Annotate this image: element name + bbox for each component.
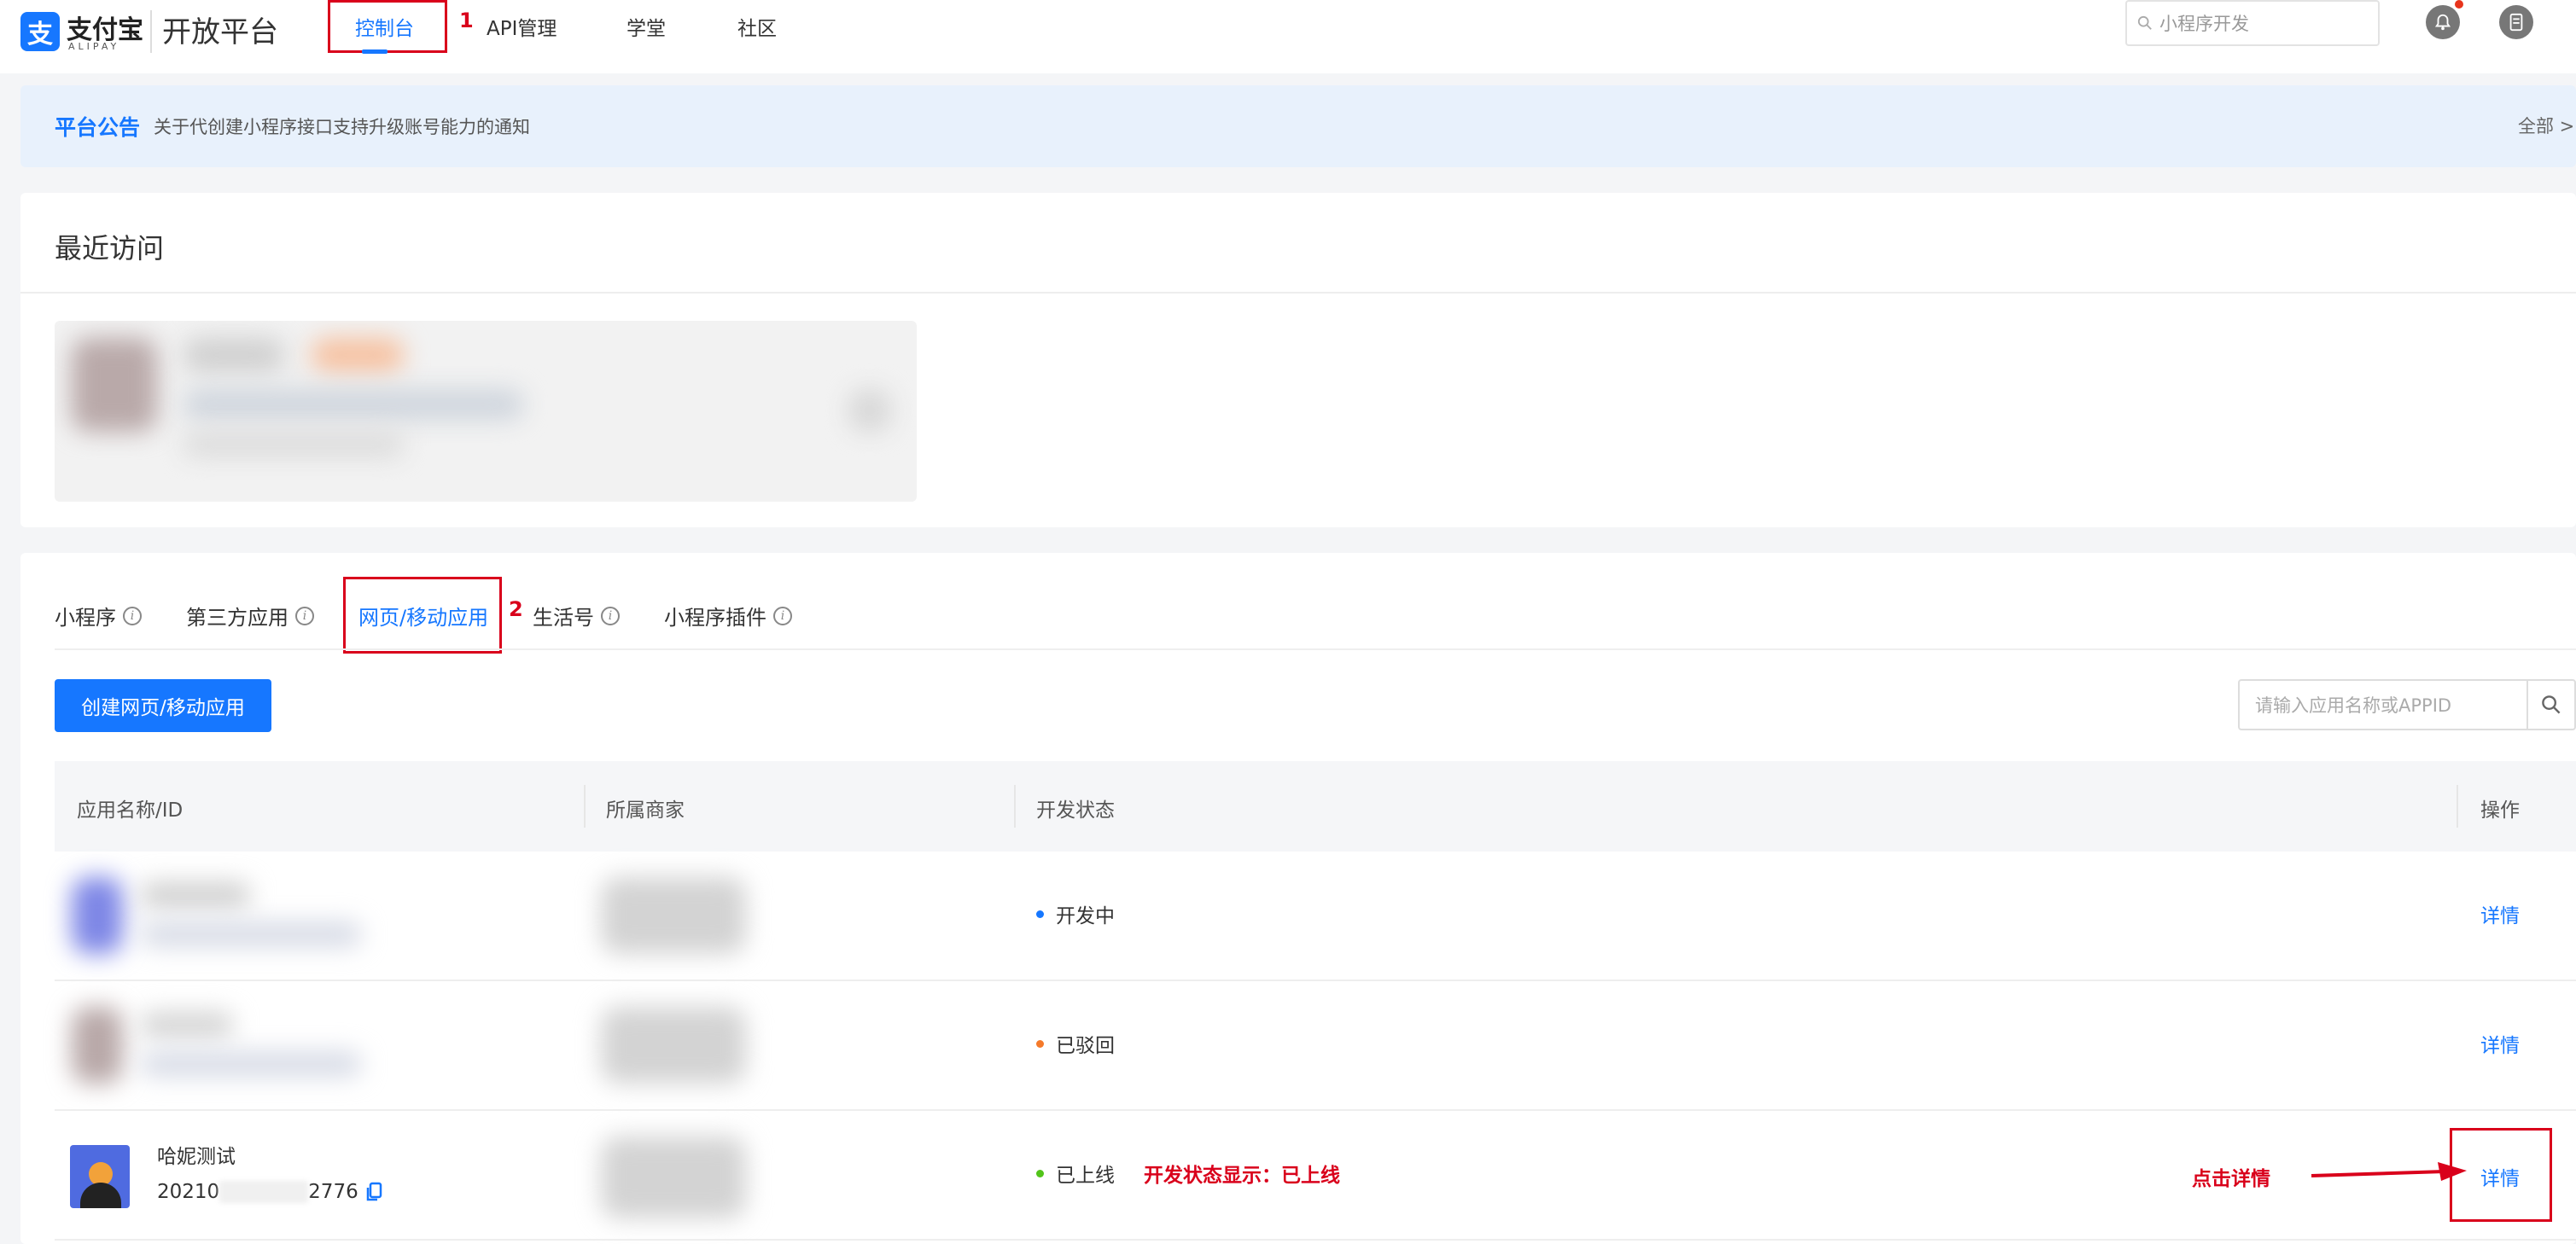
logo-divider [150,10,152,53]
info-icon[interactable]: i [601,606,620,625]
tab-label: 生活号 [533,606,594,630]
top-search-placeholder: 小程序开发 [2159,14,2249,34]
app-name: 哈妮测试 [157,1146,236,1168]
annotation-status-online: 开发状态显示：已上线 [1144,1165,1340,1187]
status-dot [1036,1039,1044,1048]
platform-title: 开放平台 [162,15,278,49]
detail-link[interactable]: 详情 [2480,1162,2520,1191]
blurred-app-icon [72,1007,123,1084]
table-row: 哈妮测试 20210 2776 已上线 开发状态显示：已上线 点击详情 详情 [55,1111,2576,1239]
column-divider [2457,785,2458,828]
search-icon [2542,695,2561,714]
recent-app-card[interactable] [55,321,917,502]
column-header-dev-status: 开发状态 [1036,799,1115,822]
create-web-mobile-app-button[interactable]: 创建网页/移动应用 [55,679,271,732]
tab-third-party-app[interactable]: 第三方应用 i [186,601,314,631]
column-header-merchant: 所属商家 [606,799,685,822]
recent-visits-panel: 最近访问 [20,193,2576,527]
status-dot [1036,910,1044,918]
bell-icon[interactable] [2426,5,2460,39]
blurred-merchant [601,1136,746,1218]
blurred-merchant [601,877,746,954]
top-header: 支 支付宝 ALIPAY 开放平台 控制台 1 API管理 学堂 社区 小程序开… [0,0,2576,73]
row-divider [55,1239,2576,1241]
blurred-app-name [140,882,251,908]
tab-label: 第三方应用 [186,606,288,630]
column-header-app-name: 应用名称/ID [77,799,184,822]
step-number-1: 1 [459,9,474,32]
blurred-arrow [848,389,891,432]
apps-panel: 小程序 i 第三方应用 i 网页/移动应用 2 生活号 i 小程序插件 i 创建… [20,553,2576,1244]
tab-web-mobile-app[interactable]: 网页/移动应用 [358,601,488,631]
detail-link[interactable]: 详情 [2480,1029,2520,1058]
info-icon[interactable]: i [295,606,314,625]
blurred-app-id [140,1051,362,1077]
document-icon[interactable] [2499,5,2533,39]
blurred-app-icon [72,877,123,954]
logo-subtext: ALIPAY [68,41,120,52]
table-row: 已驳回 详情 [55,981,2576,1109]
alipay-logo-icon[interactable]: 支 [20,12,60,51]
info-icon[interactable]: i [773,606,792,625]
app-id-prefix: 20210 [157,1181,220,1203]
column-divider [584,785,586,828]
status-text: 开发中 [1056,905,1115,927]
status-developing: 开发中 [1036,899,1115,928]
notice-all-link[interactable]: 全部 > [2518,113,2574,138]
tab-mini-program-plugin[interactable]: 小程序插件 i [664,601,792,631]
notice-link[interactable]: 关于代创建小程序接口支持升级账号能力的通知 [154,113,530,139]
blurred-app-id [140,921,362,947]
nav-active-indicator [362,49,388,54]
recent-divider [20,292,2576,294]
column-divider [1014,785,1016,828]
app-id: 20210 2776 [157,1181,382,1203]
tab-mini-program[interactable]: 小程序 i [55,601,142,631]
masked-id-segment [219,1181,309,1203]
blurred-badge [311,338,405,372]
tab-label: 小程序 [55,606,116,630]
nav-api-management[interactable]: API管理 [487,12,557,41]
top-search-input[interactable]: 小程序开发 [2125,0,2380,46]
recent-title: 最近访问 [55,232,165,264]
notification-dot [2455,0,2463,9]
column-header-action: 操作 [2480,799,2520,822]
platform-notice-bar: 平台公告 关于代创建小程序接口支持升级账号能力的通知 全部 > [20,85,2576,167]
blurred-merchant [601,1007,746,1084]
blurred-app-name [140,1012,234,1038]
blurred-text [183,389,524,420]
status-dot [1036,1169,1044,1177]
search-icon [2137,15,2152,30]
annotation-click-detail: 点击详情 [2192,1168,2270,1190]
tabs-divider [55,648,2576,650]
info-icon[interactable]: i [123,606,142,625]
app-id-suffix: 2776 [308,1181,358,1203]
nav-academy[interactable]: 学堂 [627,12,666,41]
app-avatar [70,1145,130,1208]
blurred-avatar [72,338,157,432]
tab-label: 小程序插件 [664,606,766,630]
app-search-placeholder: 请输入应用名称或APPID [2255,695,2452,716]
step-number-2: 2 [509,597,523,621]
tab-label: 网页/移动应用 [358,606,489,630]
blurred-text [183,338,285,372]
table-header: 应用名称/ID 所属商家 开发状态 操作 [55,761,2576,852]
nav-community[interactable]: 社区 [737,12,777,41]
detail-link[interactable]: 详情 [2480,899,2520,928]
copy-icon[interactable] [365,1182,382,1202]
tab-life-account[interactable]: 生活号 i [533,601,620,631]
blurred-text [183,432,405,457]
table-row: 开发中 详情 [55,852,2576,980]
status-rejected: 已驳回 [1036,1029,1115,1058]
annotation-arrow-icon [2311,1162,2467,1181]
nav-console[interactable]: 控制台 [355,12,414,41]
status-text: 已上线 [1056,1165,1115,1187]
status-text: 已驳回 [1056,1035,1115,1057]
search-button[interactable] [2526,681,2574,729]
notice-title: 平台公告 [55,115,141,140]
app-search-input[interactable]: 请输入应用名称或APPID [2238,679,2576,730]
status-online: 已上线 [1036,1159,1115,1188]
